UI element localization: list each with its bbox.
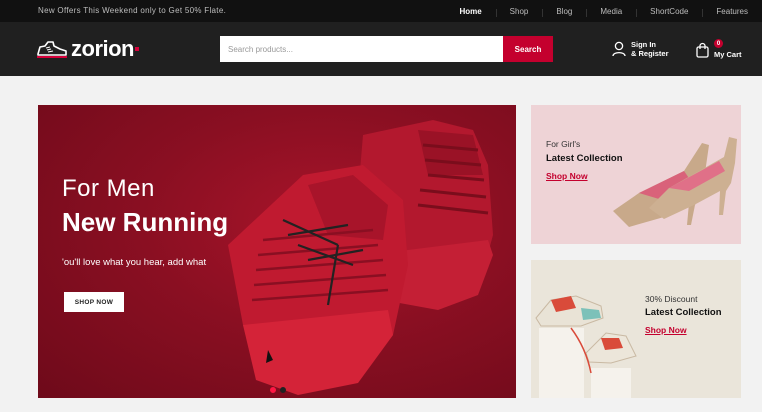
slider-dot-2[interactable] (280, 387, 286, 393)
logo[interactable]: zorion (36, 36, 139, 62)
nav-home[interactable]: Home (445, 7, 495, 16)
top-nav: Home Shop Blog Media ShortCode Features (445, 0, 762, 22)
top-bar: New Offers This Weekend only to Get 50% … (0, 0, 762, 22)
cart-label: My Cart (714, 50, 742, 59)
search-button[interactable]: Search (503, 36, 553, 62)
discount-collection-banner[interactable]: 30% Discount Latest Collection Shop Now (531, 260, 741, 398)
nav-shop[interactable]: Shop (495, 7, 543, 17)
sneakers-on-blocks-image (535, 295, 637, 398)
banner1-category: For Girl's (546, 139, 581, 149)
register-label: & Register (631, 49, 669, 58)
slider-dot-1[interactable] (270, 387, 276, 393)
nav-media[interactable]: Media (586, 7, 636, 17)
cart-count-badge: 0 (714, 39, 723, 48)
red-sneakers-image (228, 120, 493, 395)
nav-shortcode[interactable]: ShortCode (636, 7, 702, 17)
header: zorion Search Sign In & Register 0 My Ca… (0, 22, 762, 76)
hero-shop-now-button[interactable]: SHOP NOW (64, 292, 124, 312)
nav-blog[interactable]: Blog (542, 7, 586, 17)
user-icon (612, 41, 626, 57)
sneaker-logo-icon (37, 41, 67, 58)
logo-text: zorion (71, 36, 135, 61)
hero-title: New Running (62, 207, 229, 237)
shopping-bag-icon (696, 42, 709, 58)
girls-collection-banner[interactable]: For Girl's Latest Collection Shop Now (531, 105, 741, 244)
banner2-shop-now-link[interactable]: Shop Now (645, 325, 687, 335)
search-bar: Search (220, 36, 553, 62)
hero-subtitle: For Men (62, 175, 155, 202)
promo-text: New Offers This Weekend only to Get 50% … (38, 6, 227, 15)
sign-in-register[interactable]: Sign In & Register (612, 40, 669, 58)
banner2-category: 30% Discount (645, 294, 698, 304)
logo-dot (135, 47, 139, 51)
cart[interactable]: 0 My Cart (696, 39, 742, 59)
sign-in-label: Sign In (631, 40, 656, 49)
nav-features[interactable]: Features (702, 7, 762, 17)
banner1-shop-now-link[interactable]: Shop Now (546, 171, 588, 181)
search-input[interactable] (220, 36, 503, 62)
hero-text: 'ou'll love what you hear, add what (62, 257, 207, 268)
slider-dots (270, 387, 286, 393)
hero-slider: For Men New Running 'ou'll love what you… (38, 105, 516, 398)
high-heels-image (613, 137, 737, 227)
banner2-title: Latest Collection (645, 307, 722, 318)
